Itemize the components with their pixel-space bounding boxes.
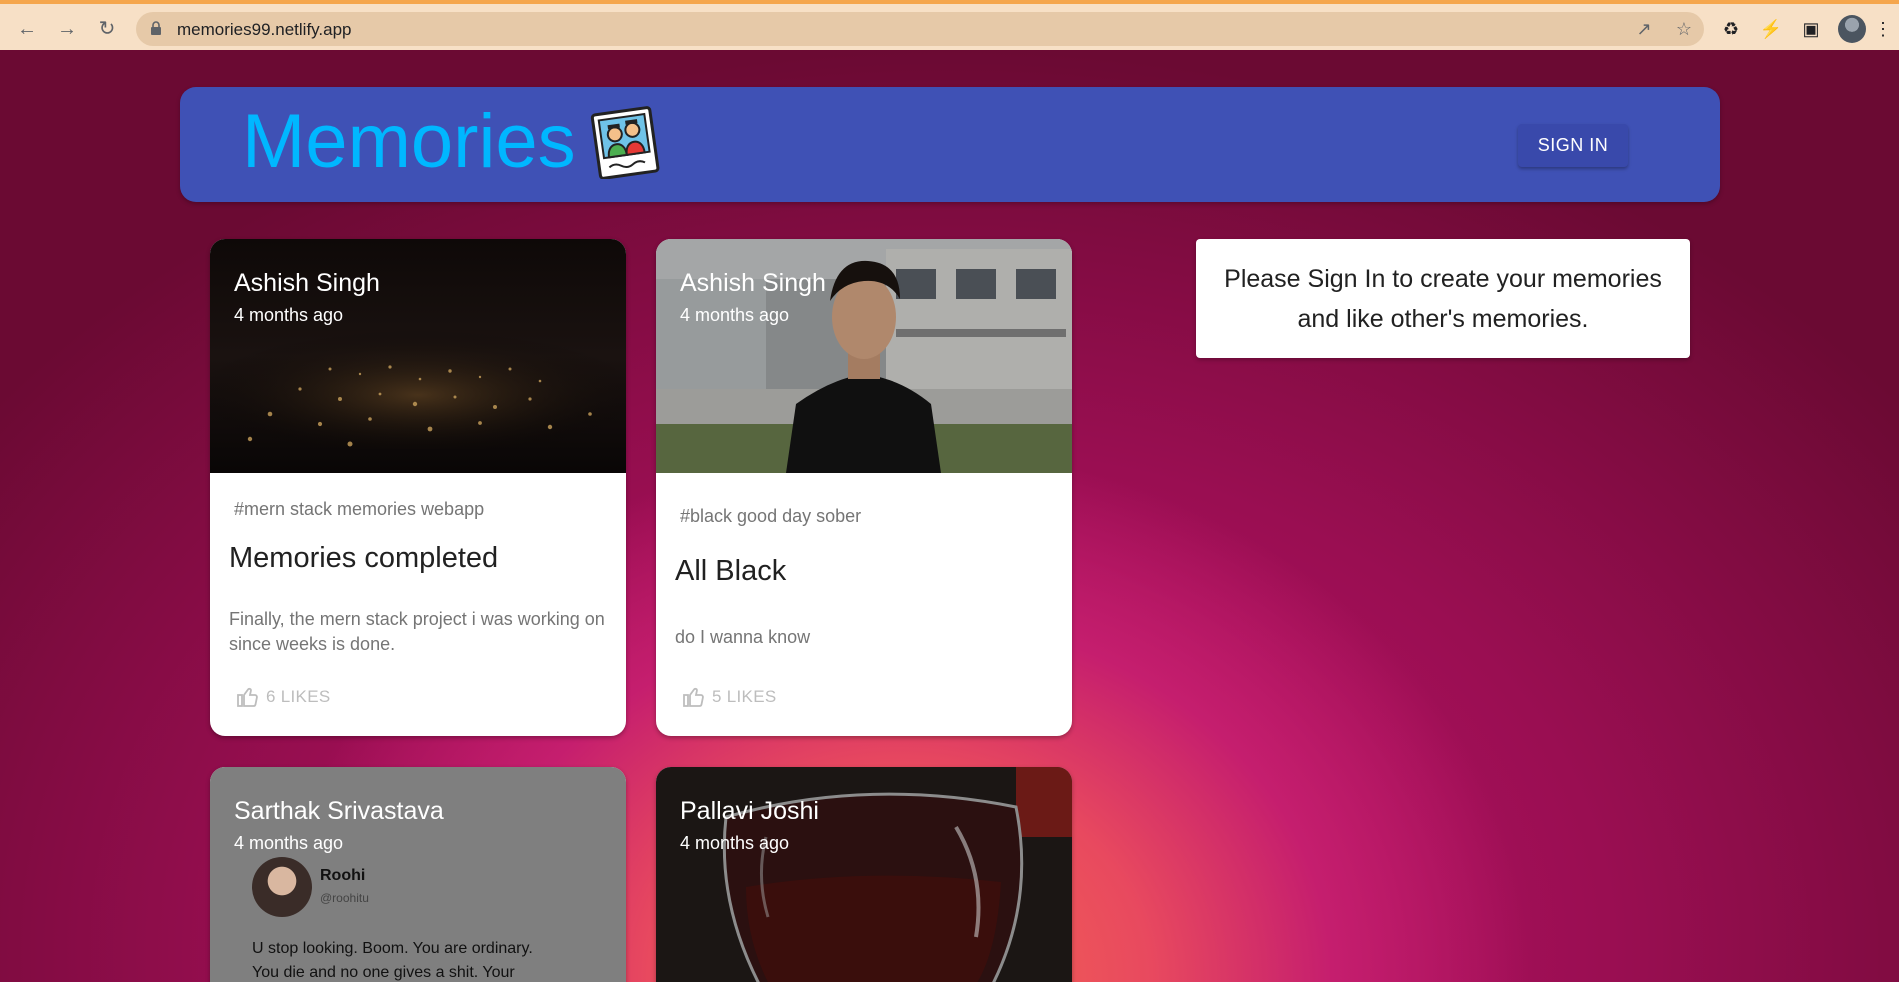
post-tags: #black good day sober xyxy=(680,506,862,526)
tweet-name: Roohi xyxy=(320,867,366,884)
memory-card: Ashish Singh 4 months ago #black good da… xyxy=(656,239,1072,736)
tweet-handle: @roohitu xyxy=(320,891,369,905)
post-message: do I wanna know xyxy=(675,627,811,647)
post-author: Sarthak Srivastava xyxy=(234,797,444,825)
post-title: Memories completed xyxy=(229,542,499,574)
profile-avatar-icon[interactable] xyxy=(1838,15,1866,43)
post-time: 4 months ago xyxy=(234,305,344,325)
back-icon[interactable]: ← xyxy=(12,14,42,44)
memory-card: Pallavi Joshi 4 months ago xyxy=(656,767,1072,982)
memory-card: Roohi @roohitu U stop looking. Boom. You… xyxy=(210,767,626,982)
extension-icon[interactable]: ⚡ xyxy=(1758,16,1784,42)
like-count: 5 LIKES xyxy=(712,687,777,706)
post-title: All Black xyxy=(675,555,787,587)
address-bar[interactable]: memories99.netlify.app ↗ ☆ xyxy=(136,12,1704,46)
url-text[interactable]: memories99.netlify.app xyxy=(177,20,352,40)
thumb-up-icon xyxy=(683,687,704,707)
like-button[interactable]: 6 LIKES xyxy=(236,684,330,710)
tweet-text: U stop looking. Boom. You are ordinary. xyxy=(252,940,533,957)
tweet-text: You die and no one gives a shit. Your xyxy=(252,964,515,981)
share-icon[interactable]: ↗ xyxy=(1632,17,1656,41)
browser-toolbar: ← → ↻ memories99.netlify.app ↗ ☆ ♻ ⚡ ▣ ⋮ xyxy=(0,0,1899,50)
sign-in-prompt: Please Sign In to create your memories a… xyxy=(1196,239,1690,358)
like-count: 6 LIKES xyxy=(266,687,331,706)
sidepanel-icon[interactable]: ▣ xyxy=(1798,16,1824,42)
star-icon[interactable]: ☆ xyxy=(1672,17,1696,41)
menu-icon[interactable]: ⋮ xyxy=(1870,16,1896,42)
post-time: 4 months ago xyxy=(234,833,344,853)
app-header: Memories SIGN IN xyxy=(180,87,1720,202)
reload-icon[interactable]: ↻ xyxy=(92,14,122,44)
forward-icon[interactable]: → xyxy=(52,14,82,44)
sign-in-button[interactable]: SIGN IN xyxy=(1518,124,1628,167)
memory-card: Ashish Singh 4 months ago #mern stack me… xyxy=(210,239,626,736)
thumb-up-icon xyxy=(237,687,258,707)
post-tags: #mern stack memories webapp xyxy=(234,499,485,519)
puzzle-icon[interactable]: ♻ xyxy=(1718,16,1744,42)
post-time: 4 months ago xyxy=(680,305,790,325)
like-button[interactable]: 5 LIKES xyxy=(682,684,776,710)
brand-title[interactable]: Memories xyxy=(242,97,576,187)
post-author: Ashish Singh xyxy=(680,269,826,297)
memories-logo-icon xyxy=(590,106,660,179)
tweet-avatar xyxy=(252,857,312,917)
post-time: 4 months ago xyxy=(680,833,790,853)
lock-icon xyxy=(151,21,161,35)
post-message: Finally, the mern stack project i was wo… xyxy=(229,609,605,654)
post-author: Ashish Singh xyxy=(234,269,380,297)
page-background: Memories SIGN IN Ashish Singh 4 months a… xyxy=(0,50,1899,982)
post-author: Pallavi Joshi xyxy=(680,797,819,825)
